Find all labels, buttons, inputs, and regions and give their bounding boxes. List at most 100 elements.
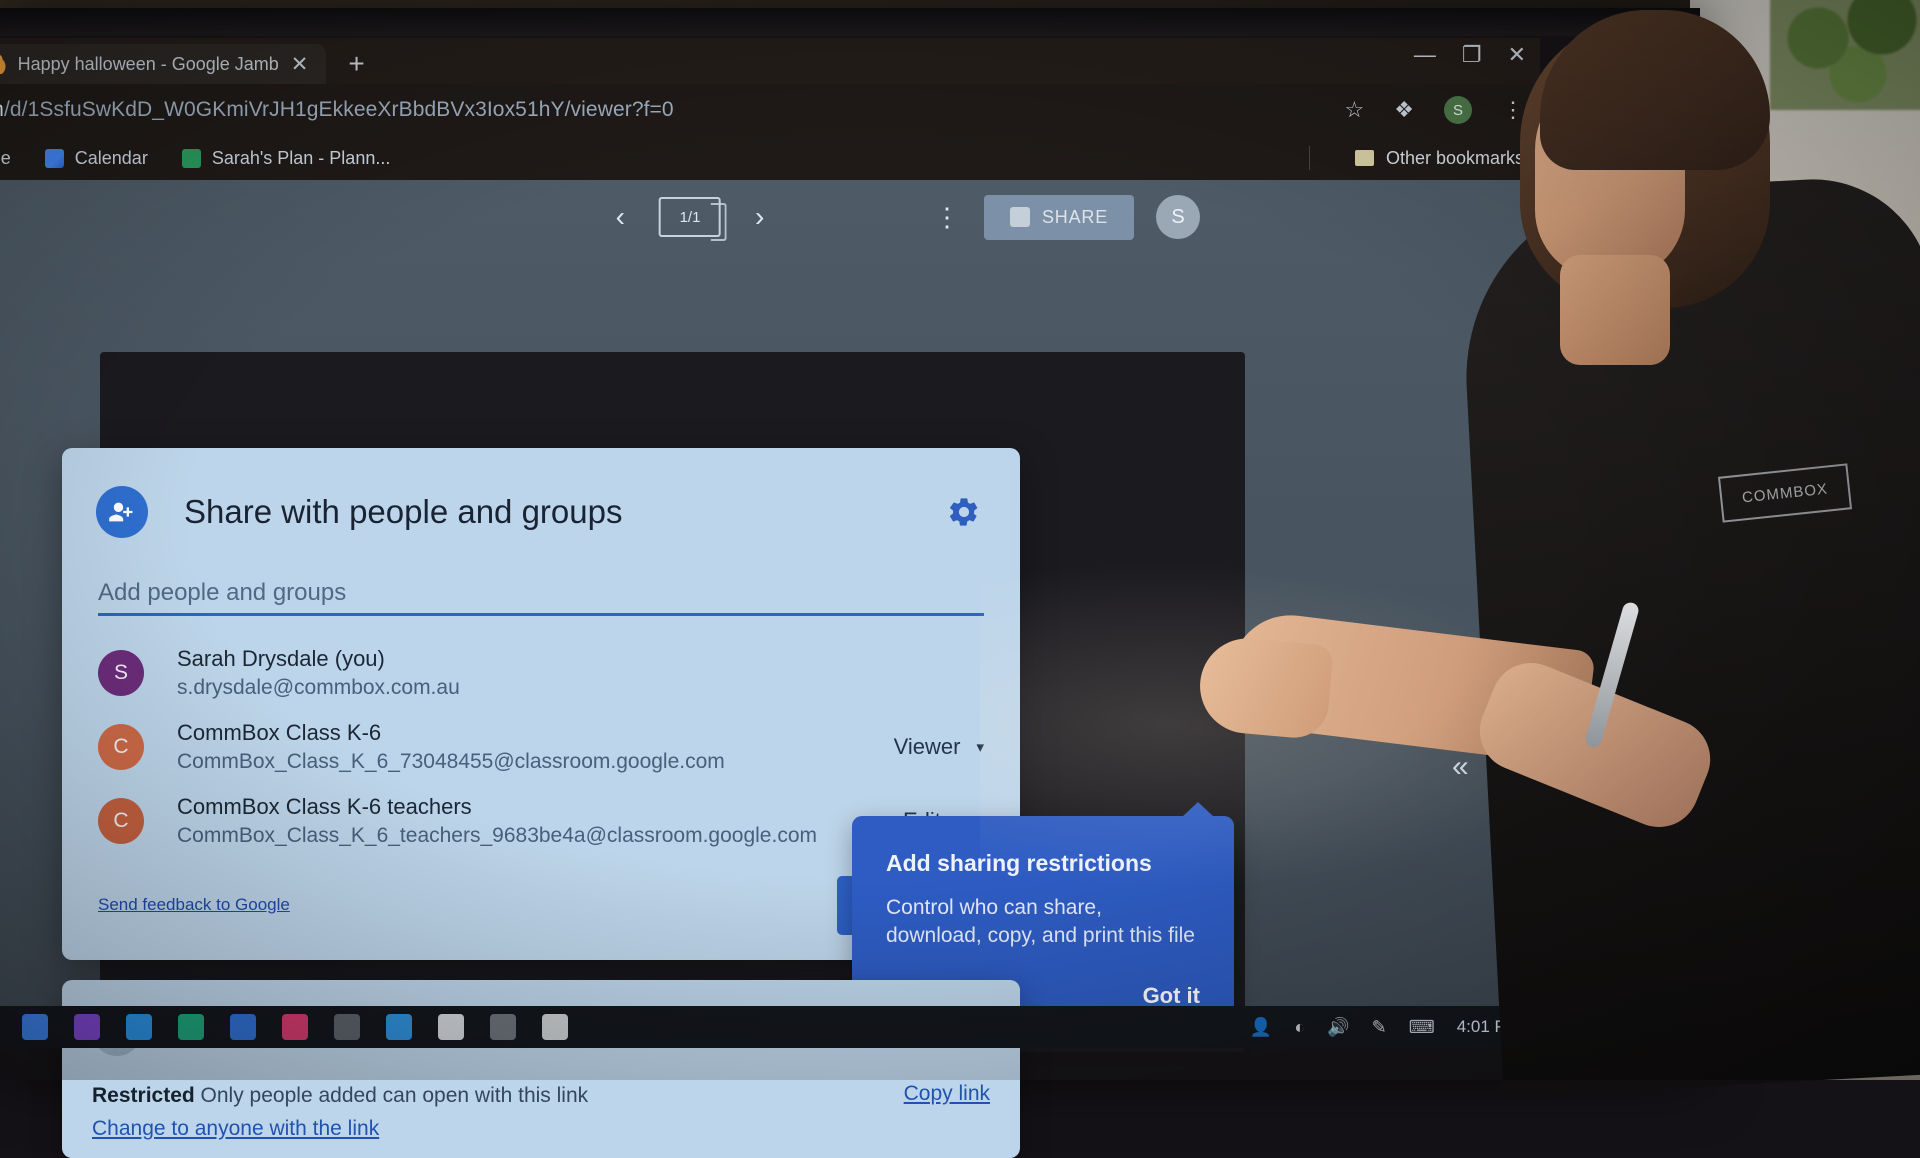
music-icon[interactable] bbox=[282, 1014, 308, 1040]
other-bookmarks-button[interactable]: Other bookmarks bbox=[1355, 148, 1524, 169]
chevron-down-icon: ▾ bbox=[976, 738, 984, 756]
share-dialog: Share with people and groups S bbox=[62, 448, 1020, 960]
person-add-icon bbox=[96, 486, 148, 538]
plant-foliage bbox=[1770, 0, 1920, 110]
url-path: /d/1SsfuSwKdD_W0GKmiVrJH1gEkkeeXrBbdBVx3… bbox=[4, 98, 674, 121]
notes-icon[interactable] bbox=[438, 1014, 464, 1040]
get-link-text: Restricted Only people added can open wi… bbox=[92, 1080, 588, 1145]
photos-icon[interactable] bbox=[178, 1014, 204, 1040]
sheets-icon bbox=[182, 149, 201, 168]
person-row-sarah[interactable]: S Sarah Drysdale (you) s.drysdale@commbo… bbox=[98, 636, 984, 710]
frame-indicator[interactable]: 1/1 bbox=[659, 197, 721, 237]
bookmark-calendar[interactable]: Calendar bbox=[45, 148, 148, 169]
add-people-input[interactable] bbox=[98, 572, 984, 616]
link-status-badge: Restricted bbox=[92, 1084, 195, 1107]
mail-icon[interactable] bbox=[126, 1014, 152, 1040]
bookmarks-divider bbox=[1309, 146, 1310, 170]
person-email: s.drysdale@commbox.com.au bbox=[177, 674, 460, 701]
person-name: Sarah Drysdale (you) bbox=[177, 645, 460, 674]
os-taskbar: 👤 ◐ 🔊 ✎ ⌨ 4:01 PM bbox=[0, 1006, 1540, 1048]
share-button-label: SHARE bbox=[1042, 207, 1108, 228]
omnibox-row[interactable]: oard.google.com/d/1SsfuSwKdD_W0GKmiVrJH1… bbox=[0, 84, 1540, 136]
jamboard-toolbar: ˅ Background bbox=[0, 272, 1540, 324]
share-dialog-title: Share with people and groups bbox=[148, 493, 622, 531]
avatar: C bbox=[98, 798, 144, 844]
system-tray: 👤 ◐ 🔊 ✎ ⌨ 4:01 PM bbox=[1140, 1006, 1540, 1048]
keyboard-icon[interactable]: ⌨ bbox=[1409, 1017, 1435, 1038]
person-email: CommBox_Class_K_6_73048455@classroom.goo… bbox=[177, 748, 725, 775]
tab-strip: Class K ✕ Happy halloween - Google Jamb … bbox=[0, 38, 1540, 84]
add-people-field-wrap bbox=[62, 538, 1020, 616]
extensions-icon[interactable]: ❖ bbox=[1394, 97, 1414, 123]
screenshot-scene: Class K ✕ Happy halloween - Google Jamb … bbox=[0, 0, 1920, 1080]
close-icon[interactable]: ✕ bbox=[291, 54, 309, 75]
tooltip-title: Add sharing restrictions bbox=[852, 816, 1234, 877]
display-bezel: Class K ✕ Happy halloween - Google Jamb … bbox=[0, 8, 1700, 1080]
person-info: CommBox Class K-6 teachers CommBox_Class… bbox=[144, 793, 817, 849]
link-access-line: Restricted Only people added can open wi… bbox=[92, 1080, 588, 1113]
jamboard-app: ween ‹ 1/1 › ⋮ SHARE S bbox=[0, 180, 1540, 1048]
person-add-icon bbox=[1010, 207, 1030, 227]
room-wall bbox=[1690, 0, 1920, 1080]
folder-icon bbox=[1355, 150, 1374, 166]
tab-happy-halloween[interactable]: Happy halloween - Google Jamb ✕ bbox=[0, 44, 326, 84]
more-options-icon[interactable]: ⋮ bbox=[934, 202, 962, 233]
jamboard-icon bbox=[0, 54, 6, 74]
taskbar-clock[interactable]: 4:01 PM bbox=[1457, 1017, 1520, 1037]
role-label: Viewer bbox=[894, 734, 961, 760]
person-info: Sarah Drysdale (you) s.drysdale@commbox.… bbox=[144, 645, 460, 701]
pen-icon[interactable]: ✎ bbox=[1372, 1017, 1387, 1038]
send-feedback-link[interactable]: Send feedback to Google bbox=[98, 895, 290, 915]
close-window-icon[interactable]: ✕ bbox=[1508, 44, 1526, 66]
other-bookmarks-label: Other bookmarks bbox=[1386, 148, 1524, 169]
header-actions: ⋮ SHARE S bbox=[934, 180, 1200, 254]
calc-icon[interactable] bbox=[490, 1014, 516, 1040]
cloud-icon[interactable] bbox=[386, 1014, 412, 1040]
bookmark-label: Calendar bbox=[75, 148, 148, 169]
jamboard-header: ween ‹ 1/1 › ⋮ SHARE S bbox=[0, 180, 1540, 254]
change-access-link[interactable]: Change to anyone with the link bbox=[92, 1117, 379, 1140]
copy-link-button[interactable]: Copy link bbox=[904, 1080, 990, 1106]
new-tab-button[interactable]: + bbox=[326, 50, 386, 84]
tooltip-body: Control who can share, download, copy, a… bbox=[852, 877, 1234, 949]
bookmarks-bar: oard YouTube Calendar Sarah's Plan - Pla… bbox=[0, 136, 1540, 180]
bookmark-youtube[interactable]: YouTube bbox=[0, 148, 11, 169]
share-dialog-header: Share with people and groups bbox=[62, 448, 1020, 538]
person-icon[interactable]: 👤 bbox=[1250, 1017, 1272, 1038]
tab-title: Happy halloween - Google Jamb bbox=[18, 54, 279, 75]
bookmark-sarahs-plan[interactable]: Sarah's Plan - Plann... bbox=[182, 148, 391, 169]
store-icon[interactable] bbox=[74, 1014, 100, 1040]
person-info: CommBox Class K-6 CommBox_Class_K_6_7304… bbox=[144, 719, 725, 775]
share-button[interactable]: SHARE bbox=[984, 195, 1134, 240]
window-controls: — ❐ ✕ bbox=[1414, 44, 1526, 66]
person-name: CommBox Class K-6 bbox=[177, 719, 725, 748]
role-dropdown-viewer[interactable]: Viewer ▾ bbox=[894, 734, 984, 760]
bookmark-label: YouTube bbox=[0, 148, 11, 169]
collapse-panel-icon[interactable]: « bbox=[1452, 750, 1469, 784]
video-icon[interactable] bbox=[230, 1014, 256, 1040]
maximize-icon[interactable]: ❐ bbox=[1462, 44, 1482, 66]
person-row-class-k6[interactable]: C CommBox Class K-6 CommBox_Class_K_6_73… bbox=[98, 710, 984, 784]
volume-icon[interactable]: 🔊 bbox=[1327, 1017, 1349, 1038]
omnibox-actions: ☆ ❖ S ⋮ bbox=[1345, 84, 1524, 136]
account-avatar[interactable]: S bbox=[1156, 195, 1200, 239]
profile-avatar[interactable]: S bbox=[1444, 96, 1472, 124]
calendar-icon bbox=[45, 149, 64, 168]
person-name: CommBox Class K-6 teachers bbox=[177, 793, 817, 822]
clock-icon[interactable] bbox=[542, 1014, 568, 1040]
link-description: Only people added can open with this lin… bbox=[201, 1084, 589, 1107]
bookmark-star-icon[interactable]: ☆ bbox=[1345, 97, 1365, 123]
get-link-body: Restricted Only people added can open wi… bbox=[62, 1056, 1020, 1145]
gear-icon[interactable] bbox=[942, 490, 986, 534]
avatar: C bbox=[98, 724, 144, 770]
minimize-icon[interactable]: — bbox=[1414, 44, 1436, 66]
prev-frame-icon[interactable]: ‹ bbox=[616, 201, 625, 233]
browser-window: Class K ✕ Happy halloween - Google Jamb … bbox=[0, 38, 1540, 1048]
next-frame-icon[interactable]: › bbox=[755, 201, 764, 233]
wifi-icon[interactable]: ◐ bbox=[1294, 1017, 1305, 1038]
frame-pager: ‹ 1/1 › bbox=[616, 197, 765, 237]
settings-icon[interactable] bbox=[334, 1014, 360, 1040]
browser-icon[interactable] bbox=[22, 1014, 48, 1040]
chrome-menu-icon[interactable]: ⋮ bbox=[1502, 97, 1524, 123]
address-bar[interactable]: oard.google.com/d/1SsfuSwKdD_W0GKmiVrJH1… bbox=[0, 98, 674, 122]
